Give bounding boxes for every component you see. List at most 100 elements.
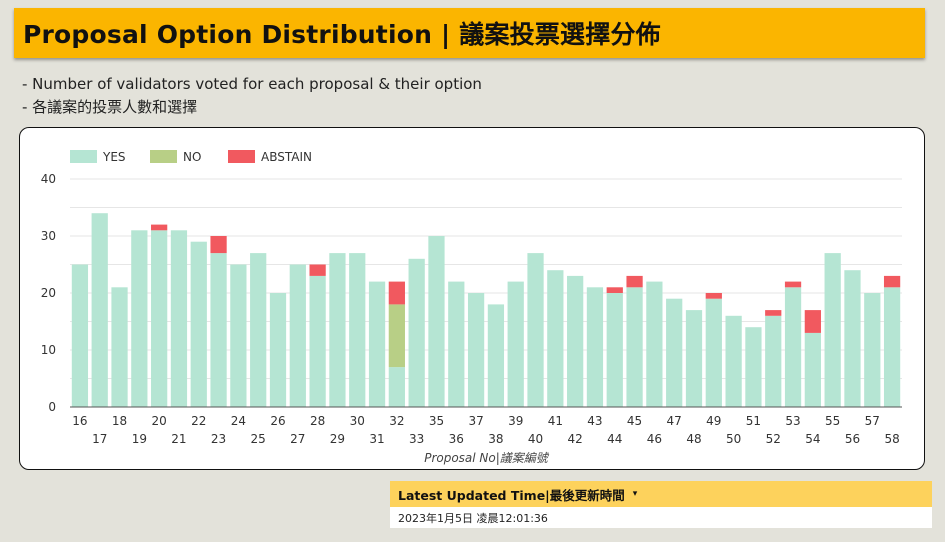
page-title: Proposal Option Distribution | 議案投票選擇分佈 — [23, 20, 661, 49]
bar-yes — [745, 327, 762, 407]
x-tick-label: 27 — [290, 432, 305, 446]
bar-yes — [685, 310, 703, 407]
bar-yes — [250, 253, 267, 407]
x-tick-label: 56 — [845, 432, 860, 446]
x-tick-label: 51 — [746, 414, 761, 428]
y-tick-label: 20 — [41, 286, 56, 300]
bar-yes — [388, 367, 405, 407]
x-tick-label: 32 — [389, 414, 404, 428]
x-tick-label: 50 — [726, 432, 741, 446]
bar-yes — [111, 287, 128, 407]
x-tick-label: 31 — [369, 432, 384, 446]
x-tick-label: 42 — [568, 432, 583, 446]
x-tick-label: 48 — [686, 432, 701, 446]
x-tick-label: 39 — [508, 414, 523, 428]
bar-yes — [487, 304, 505, 407]
bar-yes — [784, 287, 802, 407]
x-tick-label: 52 — [766, 432, 781, 446]
bar-yes — [765, 315, 782, 407]
bar-yes — [71, 264, 89, 407]
x-tick-label: 23 — [211, 432, 226, 446]
bar-abstain — [804, 310, 821, 333]
x-tick-label: 18 — [112, 414, 127, 428]
bar-abstain — [765, 310, 782, 316]
x-tick-label: 22 — [191, 414, 206, 428]
update-time-dropdown[interactable]: Latest Updated Time|最後更新時間 ▾ — [390, 481, 932, 507]
x-tick-label: 29 — [330, 432, 345, 446]
bar-yes — [170, 230, 188, 407]
legend-swatch-no — [150, 150, 177, 163]
x-tick-label: 44 — [607, 432, 622, 446]
x-tick-label: 41 — [548, 414, 563, 428]
x-tick-label: 16 — [72, 414, 87, 428]
bar-yes — [289, 264, 306, 407]
legend-swatch-abstain — [228, 150, 255, 163]
x-tick-label: 35 — [429, 414, 444, 428]
bar-yes — [269, 293, 287, 407]
bar-yes — [725, 315, 742, 407]
description-line-1: - Number of validators voted for each pr… — [22, 75, 482, 93]
bar-abstain — [784, 281, 802, 288]
bar-yes — [864, 293, 881, 407]
x-tick-label: 55 — [825, 414, 840, 428]
bar-abstain — [151, 224, 168, 231]
x-tick-label: 33 — [409, 432, 424, 446]
bar-yes — [567, 275, 584, 407]
bar-yes — [804, 332, 821, 407]
description-line-2: - 各議案的投票人數和選擇 — [22, 98, 198, 116]
x-tick-label: 45 — [627, 414, 642, 428]
stacked-bar-chart: 0 10 20 30 40 16 17 18 19 20 21 22 23 24 25 26 27 28 29 30 3… — [41, 150, 902, 465]
bar-abstain — [309, 264, 326, 276]
legend-label-abstain: ABSTAIN — [261, 150, 312, 164]
y-tick-label: 30 — [41, 229, 56, 243]
legend-swatch-yes — [70, 150, 97, 163]
chart-container: 0 10 20 30 40 16 17 18 19 20 21 22 23 24 25 26 27 28 29 30 3… — [19, 127, 925, 470]
x-tick-label: 24 — [231, 414, 246, 428]
bar-yes — [190, 241, 207, 407]
x-tick-label: 37 — [468, 414, 483, 428]
bar-yes — [606, 293, 623, 407]
x-tick-label: 36 — [449, 432, 464, 446]
bar-abstain — [705, 293, 722, 299]
bar-yes — [705, 298, 722, 407]
dropdown-caret-icon: ▾ — [632, 489, 638, 499]
bar-yes — [646, 281, 663, 407]
bar-yes — [666, 298, 683, 407]
bar-yes — [309, 275, 326, 407]
bar-yes — [844, 270, 861, 407]
bar-no — [388, 304, 405, 368]
legend-label-no: NO — [183, 150, 201, 164]
bar-yes — [527, 253, 544, 407]
x-tick-label: 47 — [667, 414, 682, 428]
bar-yes — [448, 281, 465, 407]
x-tick-label: 43 — [587, 414, 602, 428]
bar-yes — [329, 253, 346, 407]
x-tick-label: 40 — [528, 432, 543, 446]
x-tick-label: 57 — [865, 414, 880, 428]
y-tick-label: 40 — [41, 172, 56, 186]
bar-yes — [467, 293, 485, 407]
bar-yes — [368, 281, 386, 407]
x-tick-label: 58 — [884, 432, 899, 446]
bar-abstain — [388, 281, 405, 305]
bar-yes — [586, 287, 604, 407]
bar-yes — [91, 213, 108, 407]
x-tick-label: 17 — [92, 432, 107, 446]
y-tick-label: 10 — [41, 343, 56, 357]
x-tick-label: 20 — [152, 414, 167, 428]
x-tick-label: 53 — [785, 414, 800, 428]
bar-yes — [131, 230, 148, 407]
x-tick-label: 49 — [706, 414, 721, 428]
x-axis-label: Proposal No|議案編號 — [424, 451, 550, 465]
x-tick-label: 30 — [350, 414, 365, 428]
bar-yes — [883, 287, 901, 407]
bar-yes — [626, 287, 643, 407]
bar-yes — [507, 281, 524, 407]
x-tick-label: 26 — [270, 414, 285, 428]
bar-yes — [408, 258, 425, 407]
update-time-value: 2023年1月5日 凌晨12:01:36 — [390, 507, 932, 528]
x-tick-label: 46 — [647, 432, 662, 446]
x-tick-label: 54 — [805, 432, 820, 446]
x-tick-label: 21 — [171, 432, 186, 446]
bar-yes — [428, 236, 445, 407]
